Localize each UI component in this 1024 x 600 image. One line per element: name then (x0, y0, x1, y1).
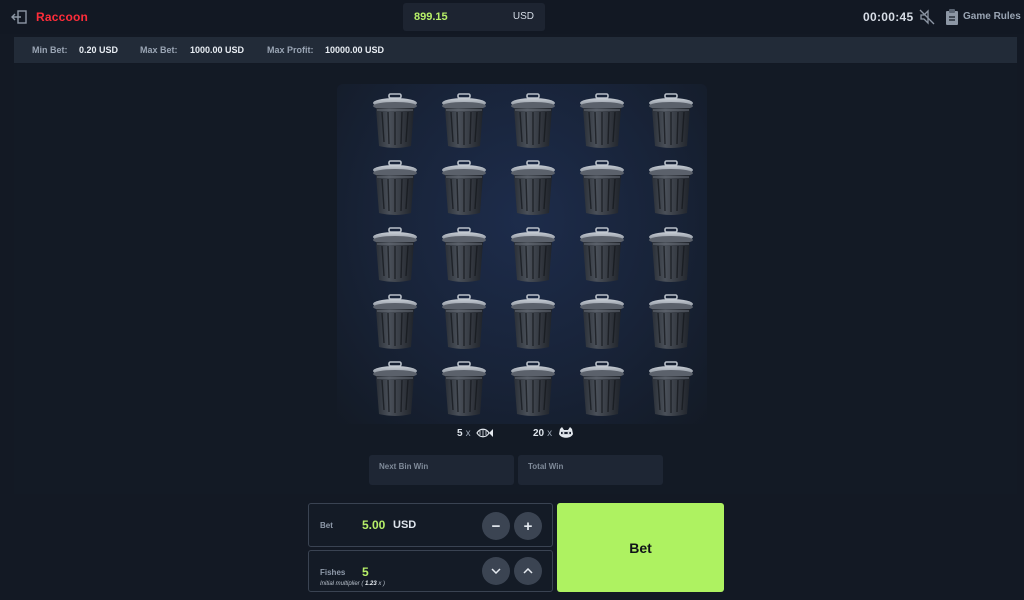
total-win-label: Total Win (528, 462, 564, 471)
initial-multiplier-suffix: x ) (378, 581, 386, 587)
initial-multiplier-label: Initial multiplier ( (320, 581, 364, 587)
trash-bin-icon[interactable] (646, 93, 696, 149)
trash-bin-icon[interactable] (370, 294, 420, 350)
raccoon-multiplier-sign: x (547, 428, 553, 439)
trash-bin-icon[interactable] (646, 227, 696, 283)
session-timer: 00:00:45 (863, 10, 914, 24)
bet-label: Bet (320, 521, 333, 530)
fishes-value[interactable]: 5 (362, 565, 369, 579)
trash-bin-icon[interactable] (577, 93, 627, 149)
trash-bin-icon[interactable] (577, 227, 627, 283)
minus-icon: − (491, 517, 501, 535)
initial-multiplier-note: Initial multiplier ( 1.23 x ) (320, 581, 385, 587)
trash-bin-icon[interactable] (508, 294, 558, 350)
fishes-label: Fishes (320, 568, 346, 577)
trash-bin-icon[interactable] (439, 93, 489, 149)
trash-bin-icon[interactable] (508, 227, 558, 283)
trash-bin-icon[interactable] (370, 160, 420, 216)
game-rules-link[interactable]: Game Rules (963, 11, 1021, 22)
raccoon-count: 20 (533, 428, 545, 439)
fishes-panel: Fishes 5 Initial multiplier ( 1.23 x ) (308, 550, 553, 592)
clipboard-icon[interactable] (945, 8, 959, 26)
fish-counter: 5x (457, 428, 471, 439)
game-title: Raccoon (36, 10, 89, 24)
max-profit-label: Max Profit: (267, 45, 314, 55)
back-icon[interactable] (10, 9, 28, 25)
trash-bin-icon[interactable] (370, 361, 420, 417)
trash-bin-icon[interactable] (508, 361, 558, 417)
trash-bin-icon[interactable] (370, 227, 420, 283)
decrease-fishes-button[interactable] (482, 557, 510, 585)
bet-value[interactable]: 5.00 (362, 518, 385, 532)
chevron-down-icon (491, 568, 501, 574)
trash-bin-icon[interactable] (508, 160, 558, 216)
trash-bin-icon[interactable] (646, 160, 696, 216)
next-bin-win-label: Next Bin Win (379, 462, 429, 471)
raccoon-icon (559, 427, 573, 438)
fish-icon (476, 428, 493, 438)
increase-bet-button[interactable]: + (514, 512, 542, 540)
balance-currency: USD (512, 11, 534, 22)
trash-bin-icon[interactable] (439, 294, 489, 350)
trash-bin-icon[interactable] (439, 160, 489, 216)
balance-display: 899.15 USD (403, 3, 545, 31)
increase-fishes-button[interactable] (514, 557, 542, 585)
trash-bin-icon[interactable] (439, 361, 489, 417)
next-bin-win-box: Next Bin Win (369, 455, 514, 485)
chevron-up-icon (523, 568, 533, 574)
trash-bin-icon[interactable] (370, 93, 420, 149)
decrease-bet-button[interactable]: − (482, 512, 510, 540)
plus-icon: + (523, 517, 533, 535)
trash-bin-icon[interactable] (439, 227, 489, 283)
fish-count: 5 (457, 428, 463, 439)
fish-multiplier-sign: x (465, 428, 471, 439)
raccoon-counter: 20 x (533, 428, 552, 439)
trash-bin-icon[interactable] (577, 361, 627, 417)
bet-button[interactable]: Bet (557, 503, 724, 592)
trash-bin-icon[interactable] (646, 294, 696, 350)
trash-bin-icon[interactable] (508, 93, 558, 149)
min-bet-value: 0.20 USD (79, 45, 119, 55)
trash-bin-icon[interactable] (646, 361, 696, 417)
min-bet-label: Min Bet: (32, 45, 68, 55)
trash-bin-icon[interactable] (577, 294, 627, 350)
play-area (14, 64, 1017, 494)
sound-off-icon[interactable] (918, 8, 936, 26)
top-bar: Raccoon 899.15 USD 00:00:45 Game Rules (0, 0, 1024, 34)
max-bet-label: Max Bet: (140, 45, 178, 55)
trash-bin-icon[interactable] (577, 160, 627, 216)
max-profit-value: 10000.00 USD (325, 45, 385, 55)
bin-grid (337, 84, 707, 424)
limits-bar: Min Bet: 0.20 USD Max Bet: 1000.00 USD M… (14, 37, 1017, 63)
bet-currency: USD (393, 519, 417, 531)
total-win-box: Total Win (518, 455, 663, 485)
initial-multiplier-value: 1.23 (365, 581, 377, 587)
max-bet-value: 1000.00 USD (190, 45, 245, 55)
balance-amount: 899.15 (414, 11, 448, 23)
bet-amount-panel: Bet 5.00 USD − + (308, 503, 553, 547)
